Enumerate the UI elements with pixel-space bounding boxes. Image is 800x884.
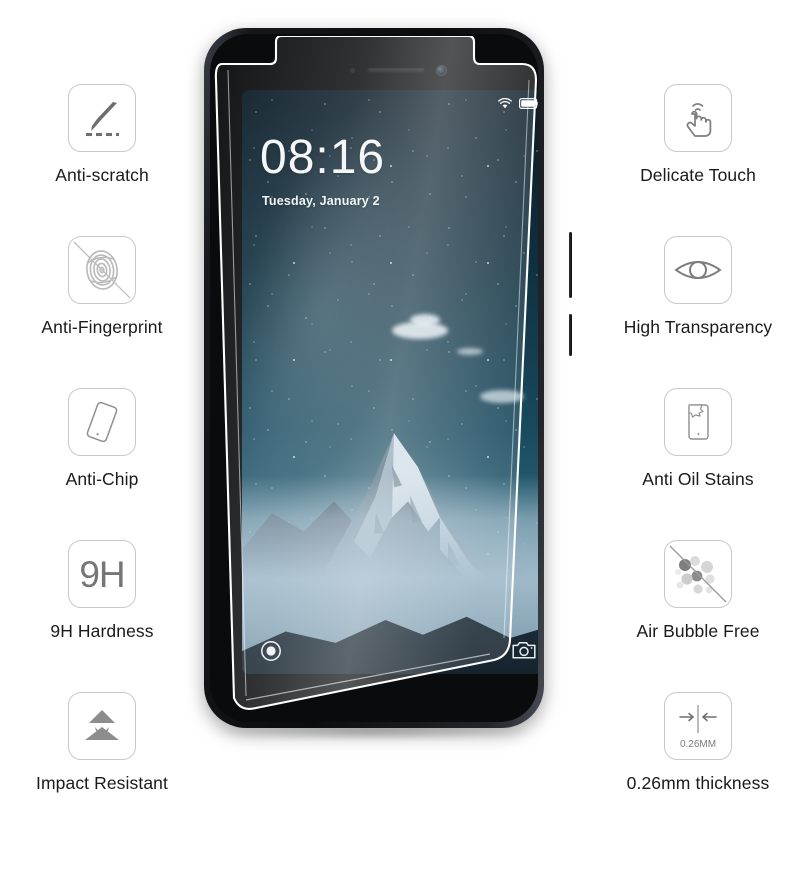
front-camera-icon	[437, 65, 446, 75]
high-transparency-icon-box	[664, 236, 732, 304]
wallpaper-cloud-2	[410, 314, 440, 326]
feature-column-right: Delicate Touch High Transparency Anti Oi…	[598, 0, 798, 884]
feature-anti-fingerprint: Anti-Fingerprint	[2, 236, 202, 338]
camera-icon[interactable]	[512, 640, 536, 662]
thickness-icon-box: 0.26MM	[664, 692, 732, 760]
anti-oil-stains-icon-box	[664, 388, 732, 456]
knife-scratch-icon	[79, 95, 125, 141]
feature-9h-hardness: 9H 9H Hardness	[2, 540, 202, 642]
proximity-sensor-icon	[350, 67, 355, 73]
feature-air-bubble-free: Air Bubble Free	[598, 540, 798, 642]
thickness-arrows-icon: 0.26MM	[667, 697, 729, 755]
feature-anti-scratch: Anti-scratch	[2, 84, 202, 186]
impact-resistant-icon-box	[68, 692, 136, 760]
thickness-icon-text: 0.26MM	[680, 739, 716, 750]
anti-chip-icon-box	[68, 388, 136, 456]
feature-label: 9H Hardness	[50, 621, 154, 641]
feature-label: Impact Resistant	[36, 773, 168, 793]
layered-shield-icon	[79, 706, 125, 746]
feature-label: Anti-scratch	[55, 165, 149, 185]
nine-h-icon-box: 9H	[68, 540, 136, 608]
feature-label: 0.26mm thickness	[626, 773, 770, 793]
air-bubble-free-icon-box	[664, 540, 732, 608]
feature-anti-chip: Anti-Chip	[2, 388, 202, 490]
feature-anti-oil-stains: Anti Oil Stains	[598, 388, 798, 490]
power-button[interactable]	[569, 314, 572, 356]
lock-ring-icon[interactable]	[260, 640, 282, 662]
feature-label: Anti-Chip	[65, 469, 139, 489]
phone-bezel: 08:16 Tuesday, January 2	[210, 34, 538, 722]
fingerprint-slash-icon	[69, 237, 135, 303]
feature-high-transparency: High Transparency	[598, 236, 798, 338]
lockscreen-shortcuts	[242, 640, 538, 662]
feature-label: Anti Oil Stains	[642, 469, 754, 489]
tapping-hand-icon	[675, 95, 721, 141]
earpiece-speaker-icon	[367, 67, 425, 73]
feature-column-left: Anti-scratch Anti-Fingerprint Anti-Chip …	[2, 0, 202, 884]
feature-label: High Transparency	[623, 317, 773, 337]
eye-icon	[673, 253, 723, 287]
feature-label: Anti-Fingerprint	[41, 317, 163, 337]
lockscreen-date: Tuesday, January 2	[262, 194, 380, 208]
anti-scratch-icon-box	[68, 84, 136, 152]
9h-text-icon: 9H	[79, 553, 125, 595]
bubbles-slash-icon	[665, 541, 731, 607]
phone-top-hardware	[242, 50, 538, 90]
phone-oil-stain-icon	[675, 399, 721, 445]
wifi-icon	[498, 97, 512, 109]
anti-fingerprint-icon-box	[68, 236, 136, 304]
volume-rocker-button[interactable]	[569, 232, 572, 298]
feature-impact-resistant: Impact Resistant	[2, 692, 202, 794]
battery-icon	[519, 97, 538, 109]
status-bar	[242, 90, 538, 116]
feature-delicate-touch: Delicate Touch	[598, 84, 798, 186]
delicate-touch-icon-box	[664, 84, 732, 152]
feature-label: Delicate Touch	[640, 165, 756, 185]
feature-label: Air Bubble Free	[636, 621, 760, 641]
phone-screen[interactable]: 08:16 Tuesday, January 2	[242, 90, 538, 674]
phone-mockup: 08:16 Tuesday, January 2	[186, 18, 586, 740]
lockscreen-clock: 08:16	[260, 131, 386, 184]
phone-tilted-icon	[77, 397, 127, 447]
feature-thickness: 0.26MM 0.26mm thickness	[598, 692, 798, 794]
